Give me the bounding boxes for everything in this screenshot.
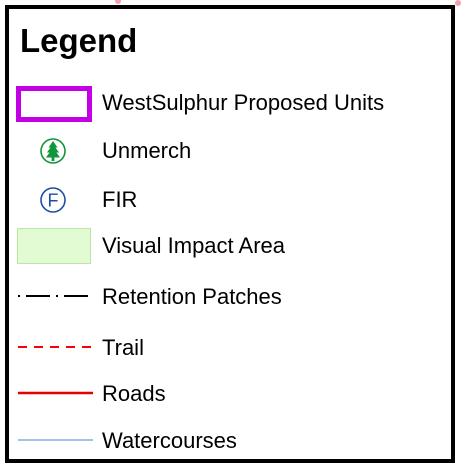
legend-label-fir: FIR (102, 187, 138, 212)
legend-label-unmerch: Unmerch (102, 138, 192, 163)
red-dashed-line-icon (18, 346, 93, 348)
legend-label-trail: Trail (102, 335, 144, 360)
map-bleed-mark (115, 0, 121, 4)
legend-label-retention-patches: Retention Patches (102, 284, 282, 309)
fir-letter: F (48, 191, 59, 211)
blue-thin-line-icon (18, 439, 93, 441)
red-solid-line-icon (18, 391, 93, 395)
green-tree-circle-icon (40, 138, 66, 164)
purple-outline-box-icon (16, 86, 92, 122)
legend-label-roads: Roads (102, 381, 166, 406)
legend-label-watercourses: Watercourses (102, 428, 237, 453)
light-green-fill-box-icon (17, 228, 91, 264)
dash-dot-line-icon (18, 295, 92, 297)
legend-label-westsulphur-proposed-units: WestSulphur Proposed Units (102, 90, 385, 115)
legend-title: Legend (20, 22, 138, 59)
blue-circle-f-icon: F (40, 187, 66, 213)
map-bleed-mark (455, 0, 461, 6)
legend-label-visual-impact-area: Visual Impact Area (102, 233, 286, 258)
